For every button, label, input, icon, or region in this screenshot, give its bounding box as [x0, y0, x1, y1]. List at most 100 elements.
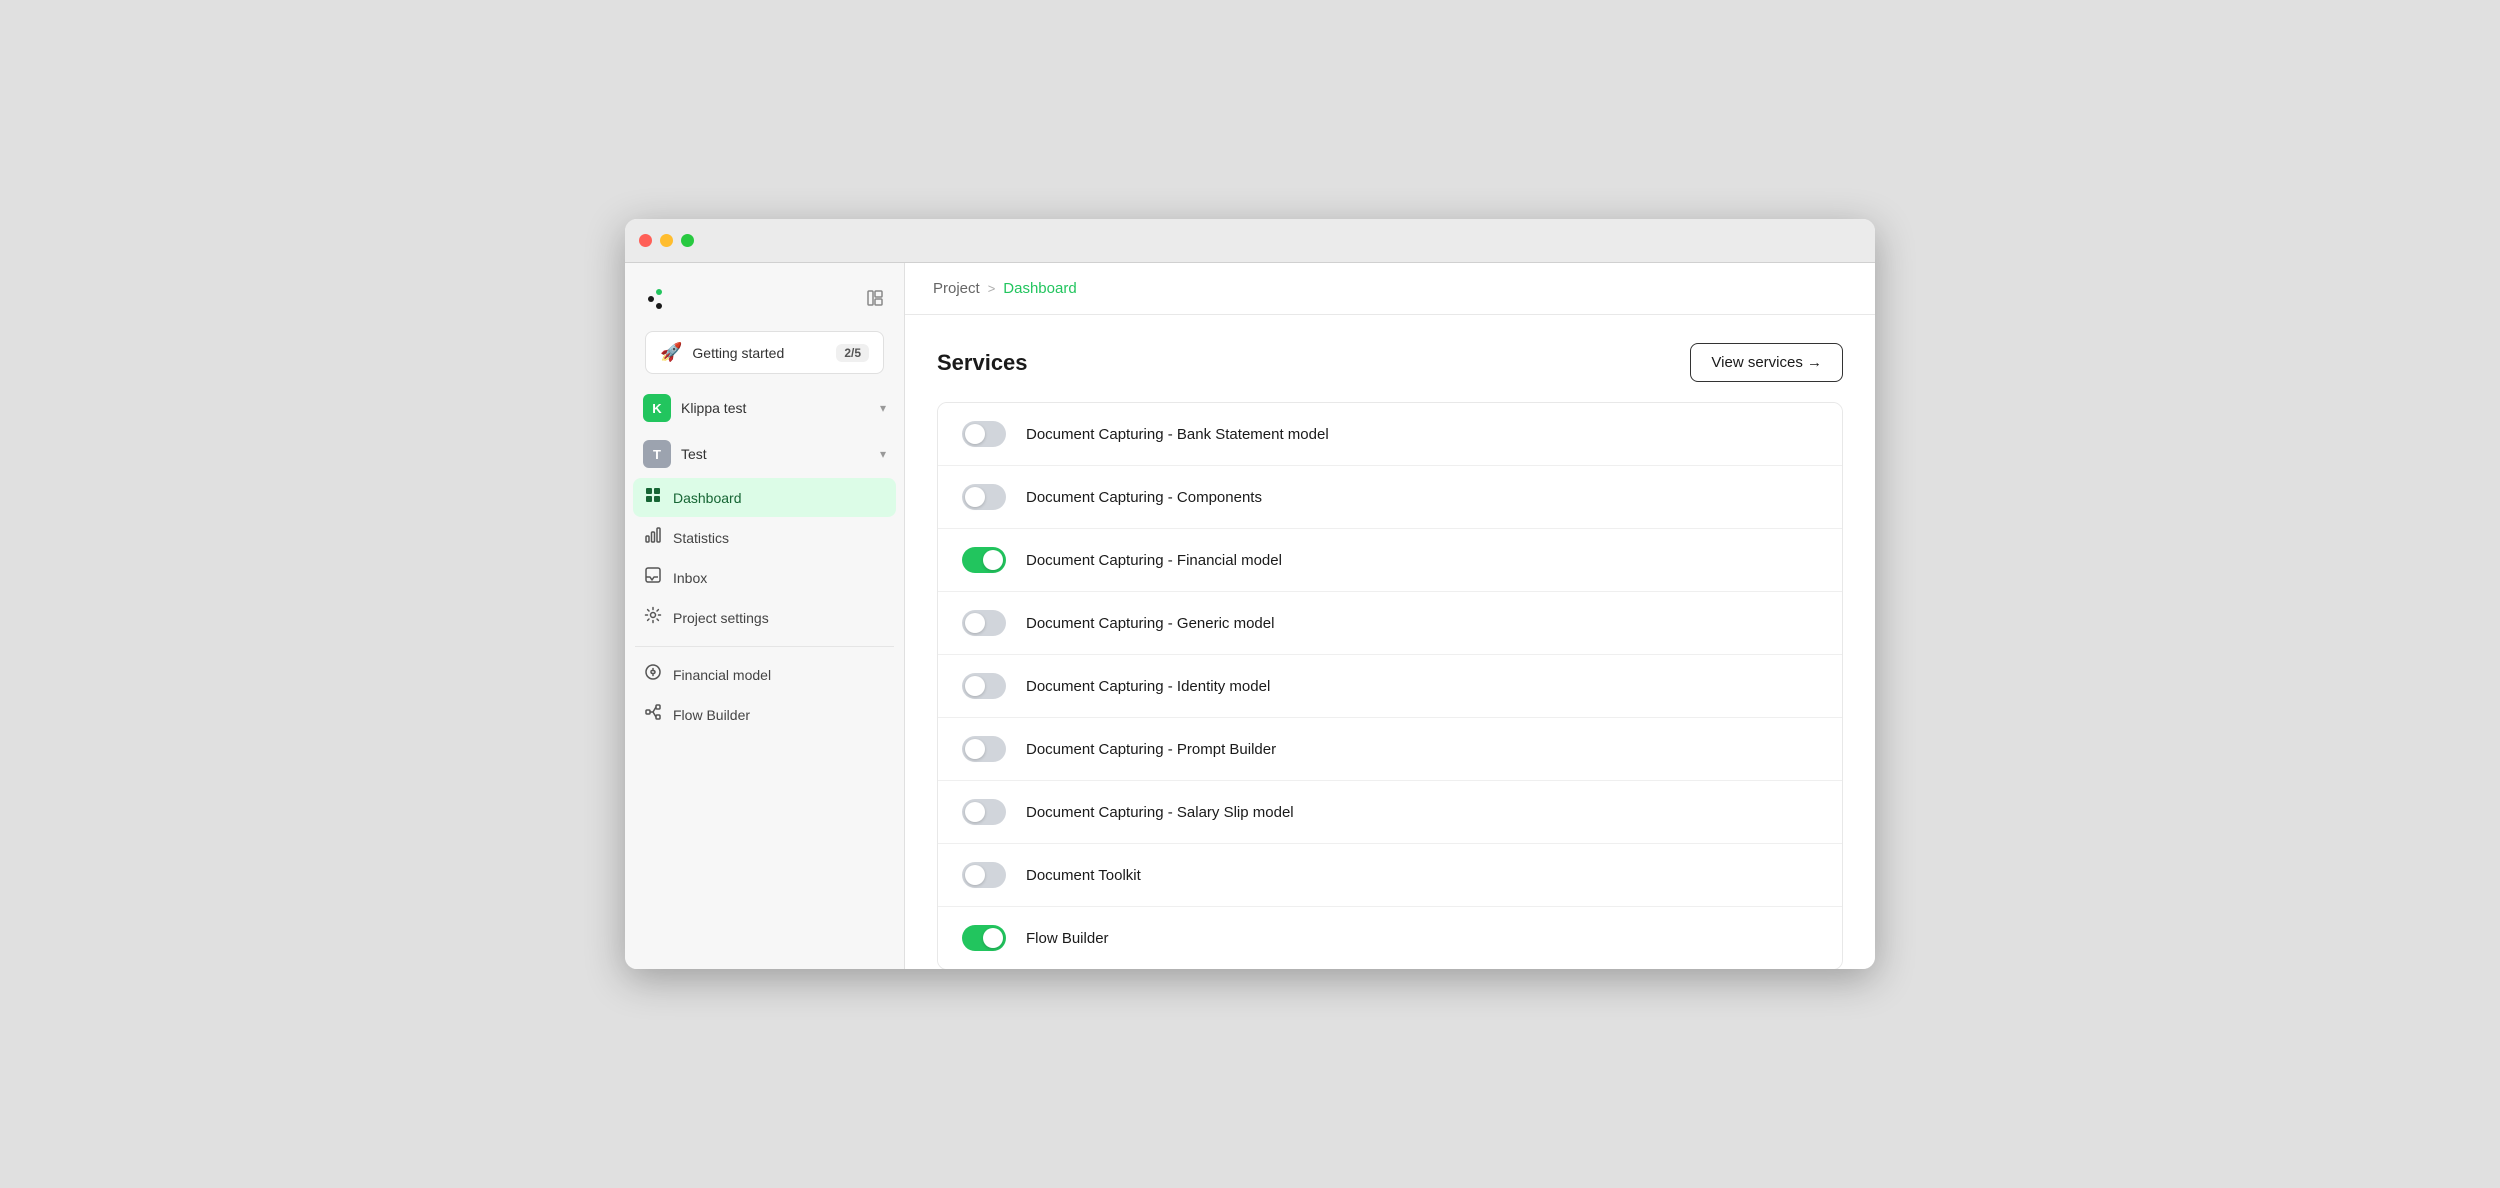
service-name: Document Toolkit: [1026, 867, 1141, 884]
close-button[interactable]: [639, 234, 652, 247]
layout-icon: [866, 289, 884, 307]
toggle-track[interactable]: [962, 673, 1006, 699]
breadcrumb-separator: >: [988, 281, 996, 296]
sidebar-item-flow-builder[interactable]: Flow Builder: [633, 695, 896, 734]
sidebar-item-label: Statistics: [673, 530, 729, 546]
getting-started-label: Getting started: [692, 345, 826, 361]
service-name: Document Capturing - Identity model: [1026, 678, 1270, 695]
toggle-thumb: [965, 613, 985, 633]
dollar-circle-icon: [643, 663, 663, 686]
sidebar: 🚀 Getting started 2/5 K Klippa test ▾ T …: [625, 263, 905, 969]
toggle-thumb: [983, 928, 1003, 948]
service-name: Document Capturing - Salary Slip model: [1026, 804, 1294, 821]
dashboard-icon: [643, 486, 663, 509]
page-content: Services View services → Document Captur…: [905, 315, 1875, 969]
main-nav: Dashboard Statistics Inbox: [625, 478, 904, 638]
service-row: Document Capturing - Components: [938, 466, 1842, 529]
app-window: 🚀 Getting started 2/5 K Klippa test ▾ T …: [625, 219, 1875, 969]
minimize-button[interactable]: [660, 234, 673, 247]
sidebar-item-financial-model[interactable]: Financial model: [633, 655, 896, 694]
services-list: Document Capturing - Bank Statement mode…: [937, 402, 1843, 969]
service-toggle[interactable]: [962, 736, 1006, 762]
sidebar-item-label: Project settings: [673, 610, 769, 626]
chevron-down-icon: ▾: [880, 401, 886, 415]
service-toggle[interactable]: [962, 610, 1006, 636]
service-toggle[interactable]: [962, 799, 1006, 825]
breadcrumb-project: Project: [933, 280, 980, 297]
service-row: Document Capturing - Bank Statement mode…: [938, 403, 1842, 466]
service-toggle[interactable]: [962, 547, 1006, 573]
toggle-thumb: [965, 424, 985, 444]
sidebar-item-statistics[interactable]: Statistics: [633, 518, 896, 557]
sidebar-item-label: Inbox: [673, 570, 707, 586]
titlebar: [625, 219, 1875, 263]
toggle-thumb: [965, 802, 985, 822]
toggle-track[interactable]: [962, 799, 1006, 825]
toggle-track[interactable]: [962, 610, 1006, 636]
main-content: Project > Dashboard Services View servic…: [905, 263, 1875, 969]
toggle-track[interactable]: [962, 736, 1006, 762]
service-name: Document Capturing - Components: [1026, 489, 1262, 506]
rocket-icon: 🚀: [660, 342, 682, 363]
logo-icon: [643, 285, 671, 313]
getting-started-badge: 2/5: [836, 344, 869, 362]
secondary-nav: Financial model Flow Builder: [625, 655, 904, 735]
flow-icon: [643, 703, 663, 726]
nav-divider: [635, 646, 894, 647]
service-row: Document Toolkit: [938, 844, 1842, 907]
service-row: Document Capturing - Prompt Builder: [938, 718, 1842, 781]
toggle-thumb: [965, 676, 985, 696]
service-row: Document Capturing - Financial model: [938, 529, 1842, 592]
service-row: Document Capturing - Generic model: [938, 592, 1842, 655]
service-toggle[interactable]: [962, 862, 1006, 888]
workspace-section: K Klippa test ▾ T Test ▾: [625, 386, 904, 478]
toggle-track[interactable]: [962, 547, 1006, 573]
project-avatar: T: [643, 440, 671, 468]
service-row: Document Capturing - Salary Slip model: [938, 781, 1842, 844]
sidebar-item-dashboard[interactable]: Dashboard: [633, 478, 896, 517]
sidebar-toggle-button[interactable]: [862, 285, 888, 314]
fullscreen-button[interactable]: [681, 234, 694, 247]
sidebar-logo-area: [625, 275, 904, 331]
toggle-track[interactable]: [962, 862, 1006, 888]
service-toggle[interactable]: [962, 673, 1006, 699]
settings-icon: [643, 606, 663, 629]
toggle-thumb: [983, 550, 1003, 570]
service-toggle[interactable]: [962, 484, 1006, 510]
workspace-name: Klippa test: [681, 400, 870, 416]
service-name: Document Capturing - Generic model: [1026, 615, 1274, 632]
getting-started-button[interactable]: 🚀 Getting started 2/5: [645, 331, 884, 374]
project-item[interactable]: T Test ▾: [633, 432, 896, 476]
toggle-track[interactable]: [962, 421, 1006, 447]
service-row: Flow Builder: [938, 907, 1842, 969]
sidebar-item-project-settings[interactable]: Project settings: [633, 598, 896, 637]
statistics-icon: [643, 526, 663, 549]
toggle-track[interactable]: [962, 484, 1006, 510]
getting-started-section: 🚀 Getting started 2/5: [625, 331, 904, 386]
service-name: Document Capturing - Financial model: [1026, 552, 1282, 569]
toggle-thumb: [965, 865, 985, 885]
sidebar-item-label: Dashboard: [673, 490, 742, 506]
service-name: Flow Builder: [1026, 930, 1109, 947]
toggle-thumb: [965, 739, 985, 759]
service-toggle[interactable]: [962, 925, 1006, 951]
chevron-down-icon: ▾: [880, 447, 886, 461]
inbox-icon: [643, 566, 663, 589]
breadcrumb: Project > Dashboard: [933, 280, 1077, 297]
toggle-thumb: [965, 487, 985, 507]
service-row: Document Capturing - Identity model: [938, 655, 1842, 718]
workspace-item[interactable]: K Klippa test ▾: [633, 386, 896, 430]
project-name: Test: [681, 446, 870, 462]
toggle-track[interactable]: [962, 925, 1006, 951]
breadcrumb-current: Dashboard: [1003, 280, 1076, 297]
content-header: Services View services →: [937, 343, 1843, 382]
service-name: Document Capturing - Prompt Builder: [1026, 741, 1276, 758]
page-title: Services: [937, 350, 1028, 376]
app-body: 🚀 Getting started 2/5 K Klippa test ▾ T …: [625, 263, 1875, 969]
sidebar-item-label: Financial model: [673, 667, 771, 683]
service-toggle[interactable]: [962, 421, 1006, 447]
sidebar-item-label: Flow Builder: [673, 707, 750, 723]
sidebar-item-inbox[interactable]: Inbox: [633, 558, 896, 597]
topbar: Project > Dashboard: [905, 263, 1875, 315]
view-services-button[interactable]: View services →: [1690, 343, 1843, 382]
